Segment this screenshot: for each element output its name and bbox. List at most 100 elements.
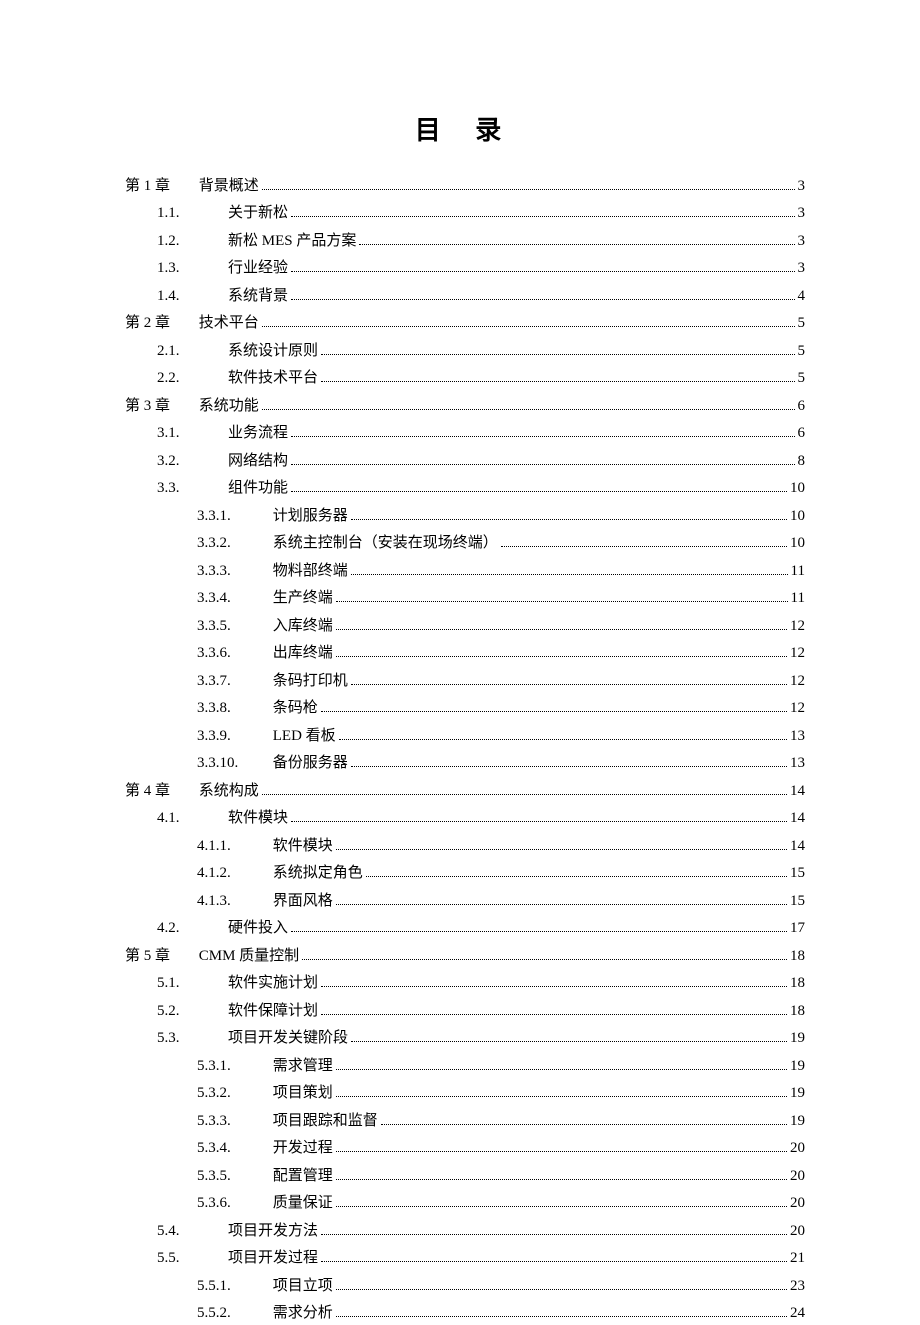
toc-entry-number: 1.4.	[157, 284, 213, 308]
toc-leader-dots	[381, 1124, 787, 1125]
toc-entry-page: 10	[790, 531, 805, 555]
toc-entry-number: 1.1.	[157, 201, 213, 225]
toc-entry: 4.1.2. 系统拟定角色15	[125, 861, 805, 885]
toc-entry: 5.5.1. 项目立项23	[125, 1274, 805, 1298]
toc-entry-page: 12	[790, 669, 805, 693]
toc-entry-number: 5.4.	[157, 1219, 213, 1243]
toc-entry-text: 软件实施计划	[228, 975, 318, 991]
toc-entry: 5.5. 项目开发过程21	[125, 1246, 805, 1270]
toc-entry: 3.3. 组件功能10	[125, 476, 805, 500]
toc-entry-text: 开发过程	[273, 1140, 333, 1156]
toc-leader-dots	[321, 354, 794, 355]
toc-leader-dots	[336, 601, 788, 602]
toc-title: 目 录	[125, 110, 805, 152]
toc-entry-page: 11	[791, 586, 805, 610]
toc-entry-label: 4.1.2. 系统拟定角色	[197, 861, 363, 885]
toc-entry-label: 第 3 章 系统功能	[125, 394, 259, 418]
toc-entry-text: 物料部终端	[273, 563, 348, 579]
toc-leader-dots	[351, 1041, 787, 1042]
toc-entry-text: 条码枪	[273, 700, 318, 716]
toc-entry-number: 3.3.8.	[197, 696, 269, 720]
toc-leader-dots	[336, 1179, 787, 1180]
toc-entry-label: 5.3. 项目开发关键阶段	[157, 1026, 348, 1050]
toc-leader-dots	[336, 849, 787, 850]
toc-entry: 3.3.2. 系统主控制台（安装在现场终端） 10	[125, 531, 805, 555]
toc-entry-page: 19	[790, 1054, 805, 1078]
toc-entry-number: 3.3.4.	[197, 586, 269, 610]
toc-entry: 5.1. 软件实施计划18	[125, 971, 805, 995]
toc-entry: 5.4. 项目开发方法20	[125, 1219, 805, 1243]
toc-entry: 3.3.5. 入库终端12	[125, 614, 805, 638]
toc-entry-label: 3.3.10. 备份服务器	[197, 751, 348, 775]
toc-entry: 5.5.2. 需求分析24	[125, 1301, 805, 1325]
toc-entry-label: 5.5.2. 需求分析	[197, 1301, 333, 1325]
toc-entry-text: 硬件投入	[228, 920, 288, 936]
toc-entry-label: 3.3.4. 生产终端	[197, 586, 333, 610]
toc-entry-number: 第 4 章	[125, 779, 195, 803]
toc-entry-page: 5	[798, 311, 806, 335]
toc-entry-label: 3.3.7. 条码打印机	[197, 669, 348, 693]
toc-leader-dots	[291, 464, 794, 465]
toc-entry-text: 技术平台	[199, 315, 259, 331]
toc-entry: 第 1 章 背景概述3	[125, 174, 805, 198]
toc-entry-page: 6	[798, 421, 806, 445]
toc-entry: 3.3.1. 计划服务器10	[125, 504, 805, 528]
toc-leader-dots	[336, 656, 787, 657]
toc-entry-label: 第 4 章 系统构成	[125, 779, 259, 803]
toc-entry-page: 11	[791, 559, 805, 583]
toc-entry: 5.3.5. 配置管理20	[125, 1164, 805, 1188]
toc-entry-label: 2.2. 软件技术平台	[157, 366, 318, 390]
toc-entry-page: 10	[790, 504, 805, 528]
toc-leader-dots	[321, 381, 794, 382]
toc-entry-page: 14	[790, 779, 805, 803]
toc-entry-page: 5	[798, 366, 806, 390]
toc-entry-label: 3.3.3. 物料部终端	[197, 559, 348, 583]
toc-container: 第 1 章 背景概述31.1. 关于新松31.2. 新松 MES 产品方案 31…	[125, 174, 805, 1325]
toc-entry-text: 系统拟定角色	[273, 865, 363, 881]
toc-entry-number: 4.1.2.	[197, 861, 269, 885]
toc-entry-number: 5.3.2.	[197, 1081, 269, 1105]
toc-leader-dots	[291, 491, 787, 492]
toc-entry-text: CMM 质量控制	[199, 948, 299, 964]
toc-entry-text: 出库终端	[273, 645, 333, 661]
toc-entry: 3.3.4. 生产终端 11	[125, 586, 805, 610]
toc-entry-number: 2.2.	[157, 366, 213, 390]
toc-entry-page: 12	[790, 614, 805, 638]
toc-entry: 第 5 章 CMM 质量控制18	[125, 944, 805, 968]
toc-entry: 5.3. 项目开发关键阶段19	[125, 1026, 805, 1050]
toc-entry-label: 5.5. 项目开发过程	[157, 1246, 318, 1270]
toc-entry-page: 20	[790, 1136, 805, 1160]
toc-entry-text: 需求管理	[273, 1058, 333, 1074]
toc-entry-text: 行业经验	[228, 260, 288, 276]
toc-entry: 4.1. 软件模块14	[125, 806, 805, 830]
toc-entry: 2.1. 系统设计原则5	[125, 339, 805, 363]
toc-entry-label: 1.3. 行业经验	[157, 256, 288, 280]
toc-entry-page: 23	[790, 1274, 805, 1298]
toc-entry-label: 4.1. 软件模块	[157, 806, 288, 830]
toc-entry: 5.3.4. 开发过程20	[125, 1136, 805, 1160]
toc-entry-page: 4	[798, 284, 806, 308]
toc-leader-dots	[336, 1069, 787, 1070]
toc-entry-page: 8	[798, 449, 806, 473]
toc-leader-dots	[366, 876, 787, 877]
toc-entry-label: 3.2. 网络结构	[157, 449, 288, 473]
toc-leader-dots	[336, 904, 787, 905]
toc-entry-label: 第 1 章 背景概述	[125, 174, 259, 198]
toc-entry: 3.3.10. 备份服务器13	[125, 751, 805, 775]
toc-entry-text: 关于新松	[228, 205, 288, 221]
toc-entry-number: 3.3.2.	[197, 531, 269, 555]
toc-leader-dots	[291, 271, 794, 272]
toc-entry-label: 5.2. 软件保障计划	[157, 999, 318, 1023]
toc-entry-text: 计划服务器	[273, 508, 348, 524]
toc-entry-text: 组件功能	[228, 480, 288, 496]
toc-entry-label: 3.3.2. 系统主控制台（安装在现场终端）	[197, 531, 498, 555]
toc-entry: 第 4 章 系统构成 14	[125, 779, 805, 803]
toc-entry: 5.3.6. 质量保证20	[125, 1191, 805, 1215]
toc-entry: 3.3.3. 物料部终端 11	[125, 559, 805, 583]
toc-entry-page: 20	[790, 1191, 805, 1215]
toc-entry-label: 3.3.9. LED 看板	[197, 724, 336, 748]
toc-entry-number: 3.3.9.	[197, 724, 269, 748]
toc-entry-page: 3	[798, 256, 806, 280]
toc-entry-text: 项目开发方法	[228, 1223, 318, 1239]
toc-leader-dots	[501, 546, 787, 547]
